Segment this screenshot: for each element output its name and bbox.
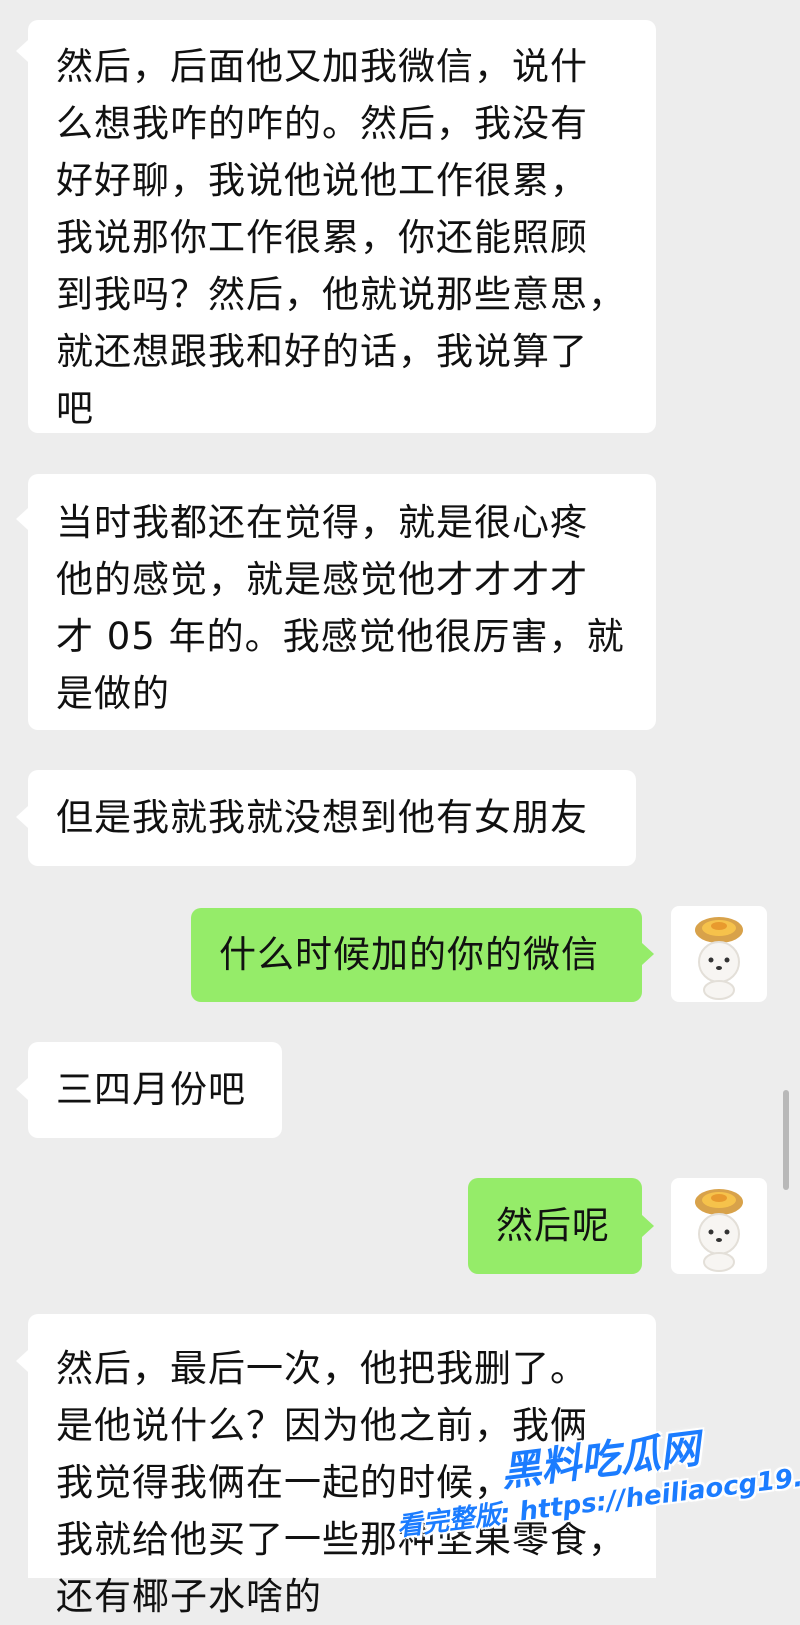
message-bubble[interactable]: 然后呢 <box>468 1178 642 1274</box>
dog-avatar-icon[interactable] <box>671 906 767 1002</box>
bubble-tail <box>16 806 28 828</box>
bubble-tail <box>16 1078 28 1100</box>
scrollbar[interactable] <box>783 1090 789 1190</box>
dog-avatar-icon <box>695 1189 743 1272</box>
message-bubble[interactable]: 然后，后面他又加我微信，说什 么想我咋的咋的。然后，我没有 好好聊，我说他说他工… <box>28 20 656 433</box>
bubble-tail <box>16 508 28 530</box>
message-bubble[interactable]: 三四月份吧 <box>28 1042 282 1138</box>
bubble-tail <box>642 1215 654 1237</box>
message-bubble[interactable]: 当时我都还在觉得，就是很心疼 他的感觉，就是感觉他才才才才 才 05 年的。我感… <box>28 474 656 730</box>
bubble-tail <box>16 1350 28 1372</box>
message-bubble[interactable]: 什么时候加的你的微信 <box>191 908 642 1002</box>
message-bubble[interactable]: 但是我就我就没想到他有女朋友 <box>28 770 636 866</box>
bubble-tail <box>16 40 28 62</box>
dog-avatar-icon[interactable] <box>671 1178 767 1274</box>
bubble-tail <box>642 943 654 965</box>
dog-avatar-icon <box>695 917 743 1000</box>
